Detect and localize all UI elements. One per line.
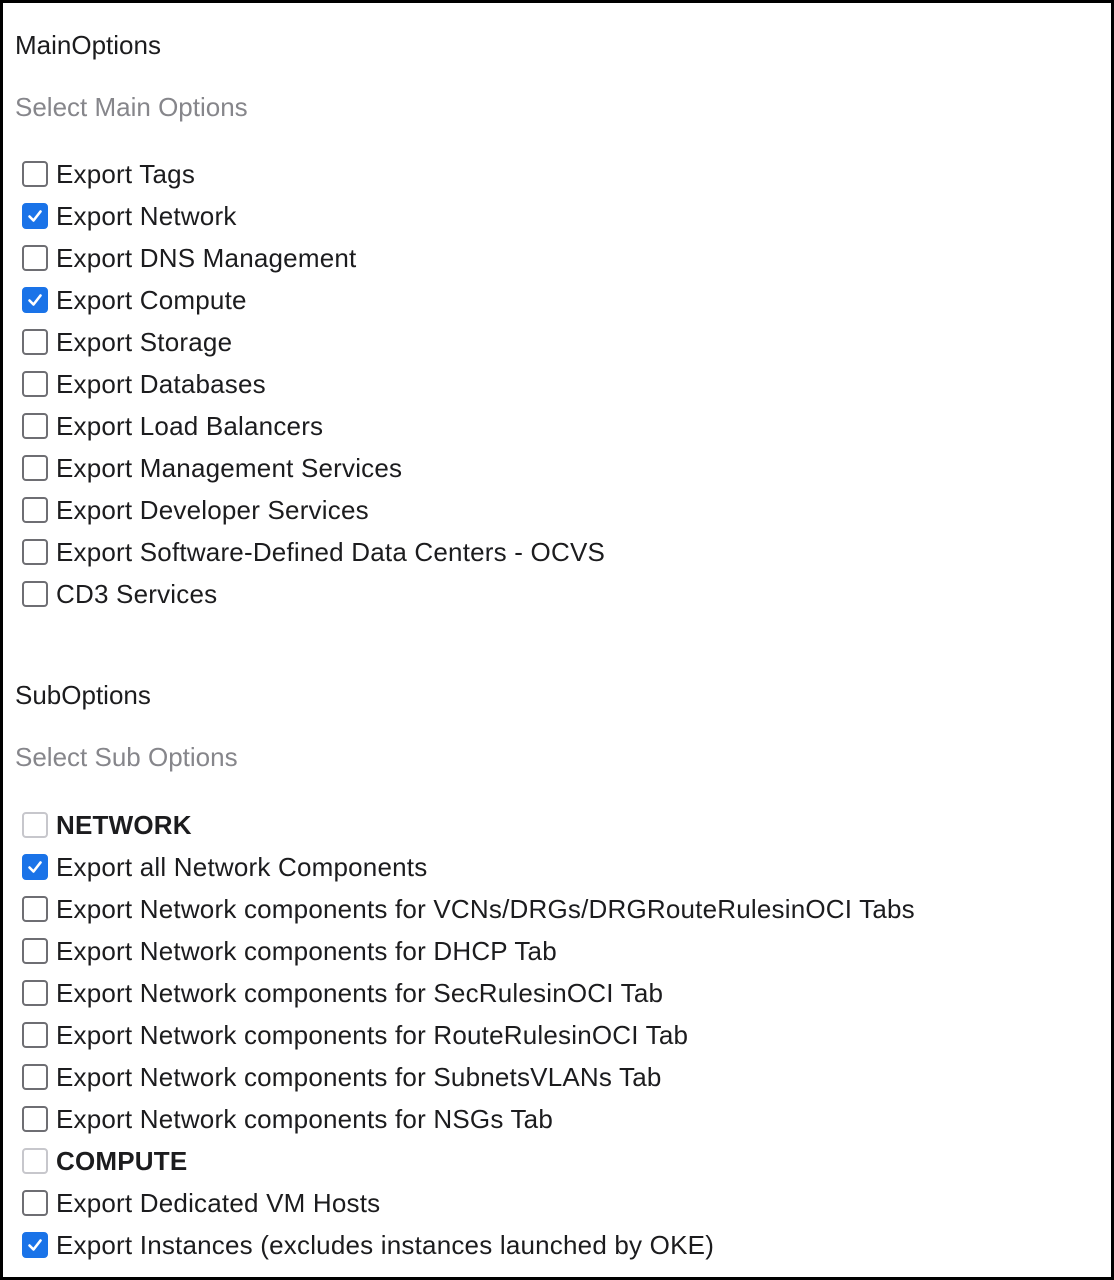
option-label: Export DNS Management	[56, 243, 357, 273]
option-label: Export Network components for NSGs Tab	[56, 1104, 553, 1134]
option-export-network-components-for-secrulesinoci-tab[interactable]: Export Network components for SecRulesin…	[22, 972, 915, 1014]
option-label: Export Network components for RouteRules…	[56, 1020, 689, 1050]
checkbox-unchecked[interactable]	[22, 1190, 48, 1216]
option-label: COMPUTE	[56, 1146, 188, 1176]
main-options-list: Export Tags Export Network Export DNS Mana…	[22, 153, 605, 615]
option-label: Export Management Services	[56, 453, 403, 483]
checkbox-unchecked[interactable]	[22, 161, 48, 187]
option-label: Export Network components for VCNs/DRGs/…	[56, 894, 915, 924]
checkmark-icon	[28, 861, 42, 873]
option-export-network[interactable]: Export Network	[22, 195, 605, 237]
checkbox-checked[interactable]	[22, 854, 48, 880]
checkbox-unchecked[interactable]	[22, 1064, 48, 1090]
checkbox-unchecked[interactable]	[22, 1022, 48, 1048]
option-label: Export Software-Defined Data Centers - O…	[56, 537, 606, 567]
checkbox-unchecked[interactable]	[22, 371, 48, 397]
checkbox-unchecked[interactable]	[22, 896, 48, 922]
option-label: CD3 Services	[56, 579, 218, 609]
checkmark-icon	[28, 1239, 42, 1251]
group-option-compute[interactable]: COMPUTE	[22, 1140, 915, 1182]
option-export-network-components-for-subnetsvlans-tab[interactable]: Export Network components for SubnetsVLA…	[22, 1056, 915, 1098]
sub-options-title: SubOptions	[15, 680, 151, 710]
option-label: Export Instances (excludes instances lau…	[56, 1230, 715, 1260]
option-export-tags[interactable]: Export Tags	[22, 153, 605, 195]
checkbox-unchecked[interactable]	[22, 1148, 48, 1174]
option-label: Export Network components for DHCP Tab	[56, 936, 557, 966]
sub-options-hint: Select Sub Options	[15, 742, 238, 772]
checkbox-unchecked[interactable]	[22, 812, 48, 838]
sub-options-section: SubOptions Select Sub Options	[15, 680, 238, 772]
checkmark-icon	[28, 294, 42, 306]
option-export-compute[interactable]: Export Compute	[22, 279, 605, 321]
option-label: NETWORK	[56, 810, 192, 840]
option-export-instances-excludes-instances-launched-by-oke[interactable]: Export Instances (excludes instances lau…	[22, 1224, 915, 1266]
option-export-management-services[interactable]: Export Management Services	[22, 447, 605, 489]
checkbox-unchecked[interactable]	[22, 455, 48, 481]
checkbox-unchecked[interactable]	[22, 245, 48, 271]
option-label: Export Network components for SecRulesin…	[56, 978, 664, 1008]
option-export-all-network-components[interactable]: Export all Network Components	[22, 846, 915, 888]
option-export-network-components-for-vcns-drgs-drgrouterulesinoci-tabs[interactable]: Export Network components for VCNs/DRGs/…	[22, 888, 915, 930]
checkbox-checked[interactable]	[22, 203, 48, 229]
checkbox-unchecked[interactable]	[22, 1106, 48, 1132]
option-export-network-components-for-dhcp-tab[interactable]: Export Network components for DHCP Tab	[22, 930, 915, 972]
checkbox-unchecked[interactable]	[22, 938, 48, 964]
option-export-developer-services[interactable]: Export Developer Services	[22, 489, 605, 531]
option-label: Export Tags	[56, 159, 196, 189]
option-export-dedicated-vm-hosts[interactable]: Export Dedicated VM Hosts	[22, 1182, 915, 1224]
checkbox-unchecked[interactable]	[22, 539, 48, 565]
checkmark-icon	[28, 210, 42, 222]
options-panel: MainOptions Select Main Options Export T…	[0, 0, 1114, 1280]
option-label: Export Databases	[56, 369, 266, 399]
option-label: Export Dedicated VM Hosts	[56, 1188, 381, 1218]
option-export-storage[interactable]: Export Storage	[22, 321, 605, 363]
option-export-dns-management[interactable]: Export DNS Management	[22, 237, 605, 279]
option-label: Export Developer Services	[56, 495, 369, 525]
group-option-network[interactable]: NETWORK	[22, 804, 915, 846]
option-export-network-components-for-routerulesinoci-tab[interactable]: Export Network components for RouteRules…	[22, 1014, 915, 1056]
checkbox-unchecked[interactable]	[22, 980, 48, 1006]
option-export-network-components-for-nsgs-tab[interactable]: Export Network components for NSGs Tab	[22, 1098, 915, 1140]
option-export-software-defined-data-centers-ocvs[interactable]: Export Software-Defined Data Centers - O…	[22, 531, 605, 573]
option-label: Export Network	[56, 201, 237, 231]
checkbox-unchecked[interactable]	[22, 581, 48, 607]
checkbox-checked[interactable]	[22, 1232, 48, 1258]
checkbox-unchecked[interactable]	[22, 329, 48, 355]
checkbox-checked[interactable]	[22, 287, 48, 313]
checkbox-unchecked[interactable]	[22, 413, 48, 439]
option-label: Export all Network Components	[56, 852, 428, 882]
checkbox-unchecked[interactable]	[22, 497, 48, 523]
option-export-databases[interactable]: Export Databases	[22, 363, 605, 405]
option-label: Export Storage	[56, 327, 233, 357]
main-options-section: MainOptions Select Main Options	[15, 30, 248, 122]
sub-options-list: NETWORK Export all Network Components Expo…	[22, 804, 915, 1266]
main-options-hint: Select Main Options	[15, 92, 248, 122]
option-label: Export Load Balancers	[56, 411, 324, 441]
option-label: Export Compute	[56, 285, 247, 315]
main-options-title: MainOptions	[15, 30, 161, 60]
option-export-load-balancers[interactable]: Export Load Balancers	[22, 405, 605, 447]
option-label: Export Network components for SubnetsVLA…	[56, 1062, 662, 1092]
option-cd3-services[interactable]: CD3 Services	[22, 573, 605, 615]
